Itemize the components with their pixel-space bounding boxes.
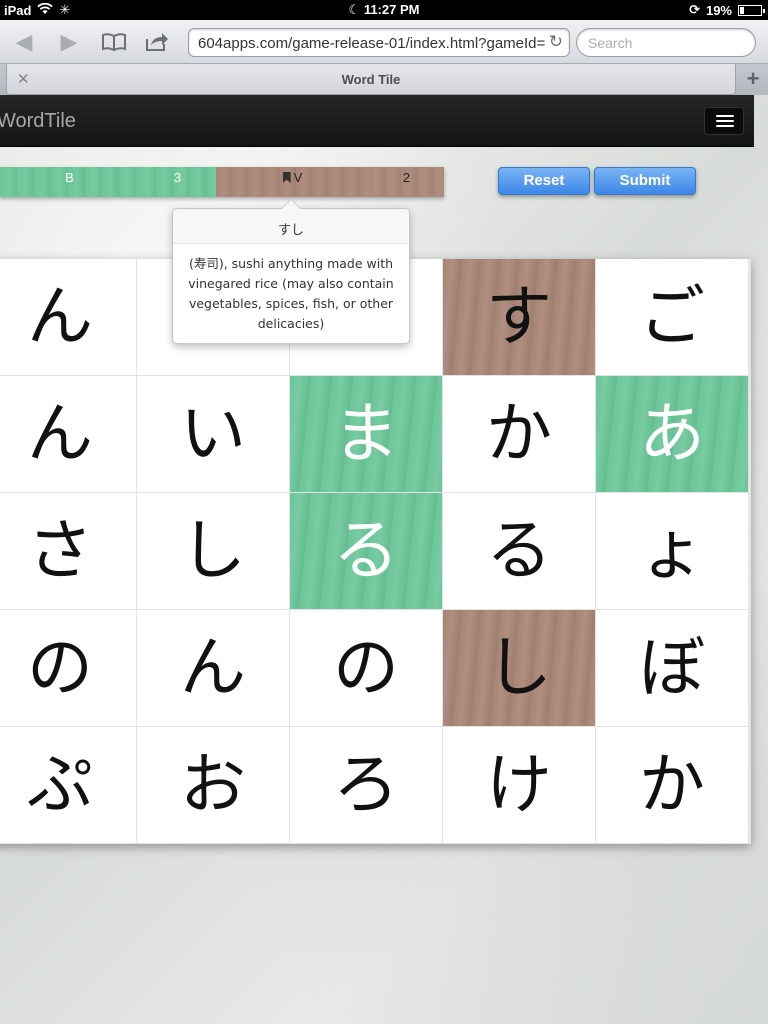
tile[interactable]: ぼ: [596, 610, 749, 727]
tile[interactable]: ょ: [596, 493, 749, 610]
word-segment: 2: [369, 167, 444, 197]
tile[interactable]: ろ: [290, 727, 443, 844]
status-right: ⟳ 19%: [689, 2, 765, 18]
definition-popover: すし (寿司), sushi anything made with vinega…: [172, 199, 410, 344]
tile[interactable]: す: [443, 259, 596, 376]
tile[interactable]: し: [137, 493, 290, 610]
tile[interactable]: の: [0, 610, 137, 727]
word-segment[interactable]: V: [216, 167, 369, 197]
hamburger-icon-bar: [716, 120, 734, 122]
word-segment-text: 2: [402, 170, 411, 185]
tab-word-tile[interactable]: ✕ Word Tile: [6, 64, 736, 95]
search-placeholder: Search: [588, 35, 633, 51]
word-segment-text: B: [65, 170, 74, 185]
popover-definition: (寿司), sushi anything made with vinegared…: [188, 256, 394, 331]
hamburger-icon: [716, 115, 734, 117]
status-time-wrap: ☾ 11:27 PM: [0, 2, 768, 18]
tile[interactable]: ご: [596, 259, 749, 376]
tab-title: Word Tile: [341, 72, 401, 87]
reload-icon[interactable]: ↻: [549, 32, 563, 52]
bookmark-icon: [282, 172, 291, 183]
word-segment: 3: [139, 167, 216, 197]
tile[interactable]: の: [290, 610, 443, 727]
plus-icon[interactable]: +: [738, 66, 768, 93]
tile[interactable]: か: [596, 727, 749, 844]
reset-button[interactable]: Reset: [498, 167, 590, 195]
url-text: 604apps.com/game-release-01/index.html?g…: [198, 35, 546, 52]
popover-title: すし: [173, 209, 409, 244]
tile[interactable]: い: [137, 376, 290, 493]
status-bar: iPad ✳ ☾ 11:27 PM ⟳ 19%: [0, 0, 768, 20]
tile[interactable]: ん: [137, 610, 290, 727]
tile[interactable]: け: [443, 727, 596, 844]
browser-toolbar: ◀ ▶ 604apps.com/game-release-01/index.ht…: [0, 20, 768, 64]
back-icon[interactable]: ◀: [10, 28, 38, 56]
tile[interactable]: あ: [596, 376, 749, 493]
tile[interactable]: る: [290, 493, 443, 610]
hamburger-icon-bar: [716, 125, 734, 127]
current-word-bar: B 3 V 2: [0, 167, 444, 197]
tile[interactable]: さ: [0, 493, 137, 610]
tile-board: んたるすごんいまかあさしるるょのんのしぼぷおろけか: [0, 259, 751, 844]
submit-button[interactable]: Submit: [594, 167, 696, 195]
app-header: WordTile: [0, 95, 754, 147]
tile[interactable]: ま: [290, 376, 443, 493]
tab-bar: ✕ Word Tile +: [0, 64, 768, 95]
tile[interactable]: し: [443, 610, 596, 727]
rotation-lock-icon: ⟳: [689, 2, 700, 17]
search-input[interactable]: Search: [576, 28, 756, 57]
tile[interactable]: ぷ: [0, 727, 137, 844]
menu-button[interactable]: [704, 107, 744, 135]
share-icon[interactable]: [143, 28, 171, 56]
tile[interactable]: お: [137, 727, 290, 844]
bookmarks-icon[interactable]: [100, 28, 128, 56]
word-segment-text: V: [293, 170, 303, 185]
battery-percent: 19%: [705, 2, 732, 18]
battery-icon: [738, 4, 765, 16]
brand-logo[interactable]: WordTile: [0, 110, 76, 133]
url-field[interactable]: 604apps.com/game-release-01/index.html?g…: [188, 28, 570, 57]
tile[interactable]: ん: [0, 376, 137, 493]
moon-icon: ☾: [348, 2, 361, 17]
tile[interactable]: ん: [0, 259, 137, 376]
word-segment-text: 3: [173, 170, 182, 185]
tile[interactable]: か: [443, 376, 596, 493]
status-time: 11:27 PM: [363, 2, 420, 17]
word-segment: B: [0, 167, 139, 197]
tile[interactable]: る: [443, 493, 596, 610]
forward-icon[interactable]: ▶: [55, 28, 83, 56]
